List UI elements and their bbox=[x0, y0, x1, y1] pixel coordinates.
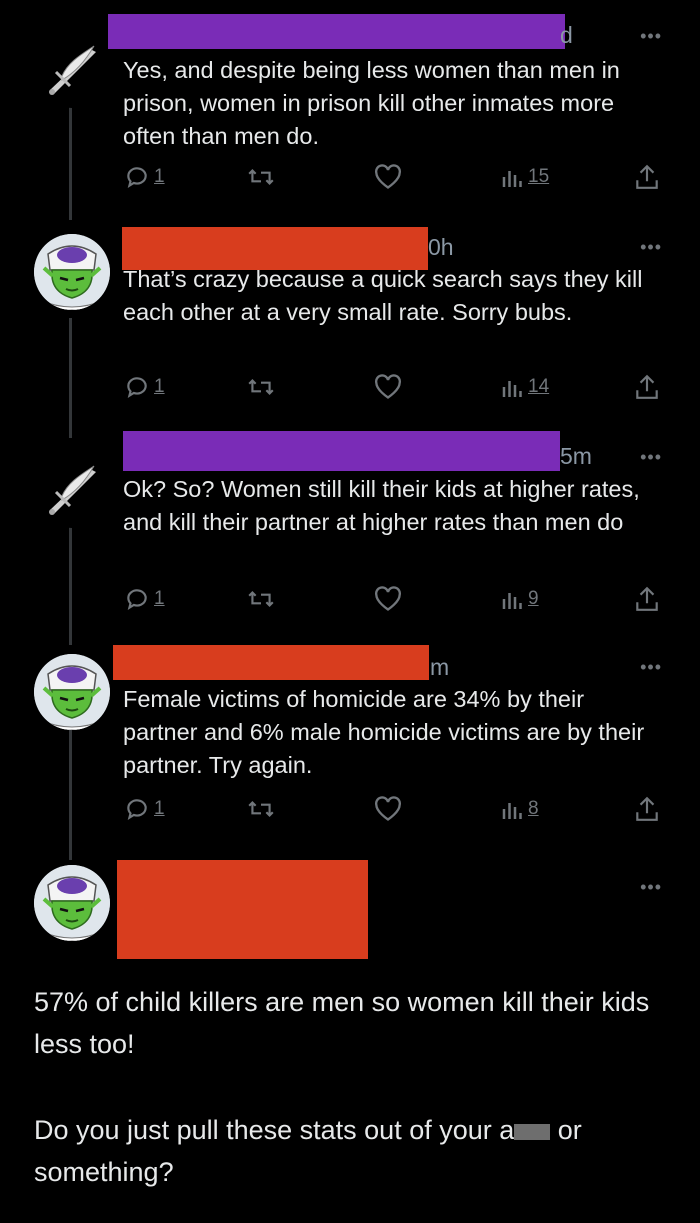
views-button[interactable]: 14 bbox=[500, 370, 549, 404]
tweet-text: Do you just pull these stats out of your… bbox=[34, 1109, 674, 1193]
reply-icon bbox=[127, 377, 147, 399]
tweet-actions: 1 15 bbox=[120, 160, 680, 194]
retweet-icon bbox=[248, 801, 274, 817]
redacted-username bbox=[117, 860, 368, 959]
reply-count: 1 bbox=[154, 166, 165, 187]
views-icon bbox=[502, 381, 522, 397]
views-button[interactable]: 8 bbox=[500, 792, 539, 826]
feather-sword-icon bbox=[34, 452, 110, 528]
share-button[interactable] bbox=[634, 582, 660, 616]
views-button[interactable]: 15 bbox=[500, 160, 549, 194]
retweet-button[interactable] bbox=[246, 160, 276, 194]
view-count: 14 bbox=[528, 376, 550, 397]
green-character-avatar[interactable] bbox=[34, 234, 110, 310]
share-button[interactable] bbox=[634, 160, 660, 194]
tweet-text: 57% of child killers are men so women ki… bbox=[34, 987, 650, 1059]
reply-count: 1 bbox=[154, 376, 165, 397]
tweet-text: That’s crazy because a quick search says… bbox=[123, 266, 643, 325]
reply-button[interactable]: 1 bbox=[124, 792, 165, 826]
heart-icon bbox=[375, 586, 401, 611]
share-icon bbox=[636, 374, 658, 399]
tweet: m ••• Female victims of homicide are 34%… bbox=[0, 635, 700, 845]
redacted-username bbox=[113, 645, 429, 680]
tweet-text-fragment: Do you just pull these stats out of your… bbox=[34, 1115, 515, 1145]
share-icon bbox=[636, 796, 658, 821]
tweet-text: Yes, and despite being less women than m… bbox=[123, 57, 620, 149]
retweet-icon bbox=[248, 379, 274, 395]
more-options-icon[interactable]: ••• bbox=[640, 26, 662, 47]
share-button[interactable] bbox=[634, 370, 660, 404]
reply-icon bbox=[127, 167, 147, 189]
share-icon bbox=[636, 164, 658, 189]
views-icon bbox=[502, 803, 522, 819]
retweet-button[interactable] bbox=[246, 370, 276, 404]
focused-tweet: ••• 57% of child killers are men so wome… bbox=[0, 845, 700, 1223]
retweet-icon bbox=[248, 169, 274, 185]
reply-icon bbox=[127, 589, 147, 611]
like-button[interactable] bbox=[374, 792, 402, 826]
view-count: 15 bbox=[528, 166, 550, 187]
views-icon bbox=[502, 593, 522, 609]
views-button[interactable]: 9 bbox=[500, 582, 539, 616]
feather-sword-avatar[interactable] bbox=[34, 32, 110, 108]
like-button[interactable] bbox=[374, 582, 402, 616]
more-options-icon[interactable]: ••• bbox=[640, 877, 662, 898]
feather-sword-icon bbox=[34, 32, 110, 108]
reply-count: 1 bbox=[154, 798, 165, 819]
timestamp: m bbox=[430, 654, 450, 680]
reply-button[interactable]: 1 bbox=[124, 160, 165, 194]
share-button[interactable] bbox=[634, 792, 660, 826]
redacted-username bbox=[108, 14, 565, 49]
censor-block bbox=[514, 1123, 551, 1140]
tweet-text-fragment: or bbox=[550, 1115, 582, 1145]
timestamp: d bbox=[560, 22, 573, 48]
tweet-actions: 1 14 bbox=[120, 370, 680, 404]
green-character-icon bbox=[34, 654, 110, 730]
more-options-icon[interactable]: ••• bbox=[640, 447, 662, 468]
reply-button[interactable]: 1 bbox=[124, 370, 165, 404]
heart-icon bbox=[375, 374, 401, 399]
more-options-icon[interactable]: ••• bbox=[640, 237, 662, 258]
tweet-text: Ok? So? Women still kill their kids at h… bbox=[123, 476, 640, 535]
view-count: 8 bbox=[528, 798, 539, 819]
green-character-avatar[interactable] bbox=[34, 654, 110, 730]
tweet-actions: 1 8 bbox=[120, 792, 680, 826]
heart-icon bbox=[375, 164, 401, 189]
redacted-username bbox=[123, 431, 560, 471]
tweet: 0h ••• That’s crazy because a quick sear… bbox=[0, 215, 700, 425]
like-button[interactable] bbox=[374, 160, 402, 194]
tweet-actions: 1 9 bbox=[120, 582, 680, 616]
timestamp: 0h bbox=[428, 234, 454, 260]
view-count: 9 bbox=[528, 588, 539, 609]
green-character-avatar[interactable] bbox=[34, 865, 110, 941]
views-icon bbox=[502, 171, 522, 187]
green-character-icon bbox=[34, 234, 110, 310]
retweet-icon bbox=[248, 591, 274, 607]
retweet-button[interactable] bbox=[246, 582, 276, 616]
reply-icon bbox=[127, 799, 147, 821]
green-character-icon bbox=[34, 865, 110, 941]
tweet: 5m ••• Ok? So? Women still kill their ki… bbox=[0, 425, 700, 635]
timestamp: 5m bbox=[560, 443, 592, 469]
more-options-icon[interactable]: ••• bbox=[640, 657, 662, 678]
feather-sword-avatar[interactable] bbox=[34, 452, 110, 528]
tweet-text: Female victims of homicide are 34% by th… bbox=[123, 686, 645, 778]
share-icon bbox=[636, 586, 658, 611]
tweet-text-fragment: something? bbox=[34, 1157, 174, 1187]
heart-icon bbox=[375, 796, 401, 821]
reply-count: 1 bbox=[154, 588, 165, 609]
reply-button[interactable]: 1 bbox=[124, 582, 165, 616]
like-button[interactable] bbox=[374, 370, 402, 404]
retweet-button[interactable] bbox=[246, 792, 276, 826]
tweet: d ••• Yes, and despite being less women … bbox=[0, 0, 700, 215]
